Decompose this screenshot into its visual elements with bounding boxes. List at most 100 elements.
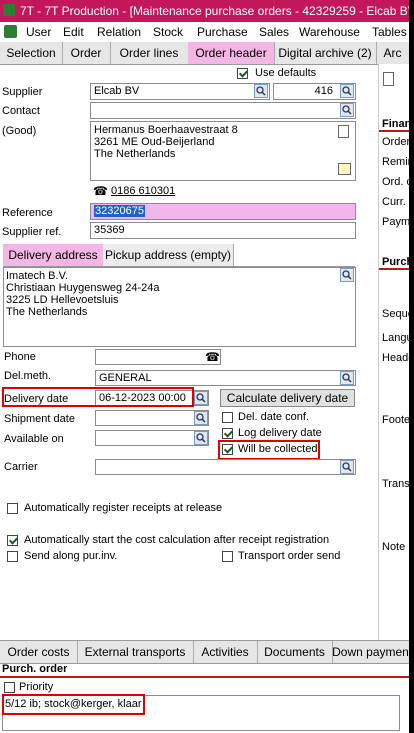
del-meth-lookup-icon[interactable] <box>340 371 354 385</box>
supplier-code-lookup-icon[interactable] <box>340 84 354 98</box>
supplier-label: Supplier <box>2 86 43 98</box>
right-payment-label: Payme <box>382 216 409 228</box>
will-be-collected-label: Will be collected <box>238 443 318 455</box>
phone-field[interactable] <box>95 349 221 365</box>
purch-order-header: Purch. order <box>2 663 68 675</box>
tab-order-costs[interactable]: Order costs <box>0 641 78 663</box>
contact-label: Contact <box>2 105 40 117</box>
title-bar: 7T - 7T Production - [Maintenance purcha… <box>0 0 409 22</box>
tab-order[interactable]: Order <box>62 42 111 64</box>
tab-archive-overflow[interactable]: Arc <box>376 42 409 64</box>
carrier-label: Carrier <box>4 461 38 473</box>
auto-cost-calc-checkbox[interactable] <box>7 535 18 546</box>
right-purch-header: Purch <box>382 256 409 268</box>
transport-order-label: Transport order send <box>238 550 341 562</box>
menu-tables[interactable]: Tables <box>372 25 407 39</box>
tab-pickup-address[interactable]: Pickup address (empty) <box>103 244 234 266</box>
tab-order-header[interactable]: Order header <box>188 42 275 64</box>
del-meth-label: Del.meth. <box>4 370 52 382</box>
address-tabs: Delivery address Pickup address (empty) <box>3 244 355 267</box>
use-defaults-checkbox[interactable] <box>237 68 248 79</box>
reference-selected-text: 32320675 <box>94 205 145 217</box>
available-on-lookup-icon[interactable] <box>194 431 208 445</box>
menu-edit[interactable]: Edit <box>63 25 84 39</box>
send-along-checkbox[interactable] <box>7 551 18 562</box>
right-trans-label: Trans <box>382 478 409 490</box>
good-address-line-2: 3261 ME Oud-Beijerland <box>94 136 215 148</box>
bottom-tabs: Order costs External transports Activiti… <box>0 640 409 664</box>
right-language-label: Langu <box>382 332 409 344</box>
auto-register-label: Automatically register receipts at relea… <box>24 502 223 514</box>
right-pane: Finan Order Remin Ord. c Curr. Payme Pur… <box>378 64 409 644</box>
carrier-lookup-icon[interactable] <box>340 460 354 474</box>
right-order-label: Order <box>382 136 409 148</box>
right-reminder-label: Remin <box>382 156 409 168</box>
menu-stock[interactable]: Stock <box>153 25 183 39</box>
tab-activities[interactable]: Activities <box>193 641 258 663</box>
tab-digital-archive[interactable]: Digital archive (2) <box>274 42 377 64</box>
purch-order-note-field[interactable]: 5/12 ib; stock@kerger, klaar <box>2 695 400 731</box>
del-meth-field[interactable]: GENERAL <box>95 370 356 386</box>
good-address-field[interactable]: Hermanus Boerhaavestraat 8 3261 ME Oud-B… <box>90 121 356 181</box>
tab-delivery-address[interactable]: Delivery address <box>3 244 104 266</box>
right-finance-header: Finan <box>382 118 409 130</box>
supplier-phone-link[interactable]: 0186 610301 <box>111 185 175 197</box>
application-window: 7T - 7T Production - [Maintenance purcha… <box>0 0 409 733</box>
delivery-date-field[interactable]: 06-12-2023 00:00 <box>95 390 209 406</box>
menu-user[interactable]: User <box>26 25 51 39</box>
window-title: 7T - 7T Production - [Maintenance purcha… <box>20 4 409 18</box>
edit-address-icon[interactable] <box>338 163 351 175</box>
calculate-delivery-date-button[interactable]: Calculate delivery date <box>220 389 355 407</box>
shipment-date-field[interactable] <box>95 410 209 426</box>
main-tabs: Selection Order Order lines Order header… <box>0 42 409 65</box>
delivery-date-lookup-icon[interactable] <box>194 391 208 405</box>
tab-external-transports[interactable]: External transports <box>77 641 194 663</box>
phone-label: Phone <box>4 351 36 363</box>
log-delivery-date-checkbox[interactable] <box>222 428 233 439</box>
supplier-name-field[interactable]: Elcab BV <box>90 83 270 100</box>
supplier-ref-field[interactable]: 35369 <box>90 222 356 239</box>
right-sequence-label: Seque <box>382 308 409 320</box>
reference-label: Reference <box>2 207 53 219</box>
menu-app-icon[interactable] <box>4 25 17 38</box>
supplier-lookup-icon[interactable] <box>254 84 268 98</box>
tab-selection[interactable]: Selection <box>0 42 63 64</box>
tab-down-payments[interactable]: Down paymen <box>332 641 409 663</box>
reference-field[interactable]: 32320675 <box>90 203 356 220</box>
will-be-collected-checkbox[interactable] <box>222 444 233 455</box>
del-date-conf-label: Del. date conf. <box>238 411 309 423</box>
delivery-address-line-2: Christiaan Huygensweg 24-24a <box>6 282 160 294</box>
contact-lookup-icon[interactable] <box>340 103 354 117</box>
right-purch-divider <box>379 268 409 270</box>
priority-checkbox[interactable] <box>4 682 15 693</box>
priority-label: Priority <box>19 681 54 693</box>
right-note-label: Note <box>382 541 406 553</box>
menu-purchase[interactable]: Purchase <box>197 25 248 39</box>
menu-warehouse[interactable]: Warehouse <box>299 25 360 39</box>
log-delivery-date-label: Log delivery date <box>238 427 322 439</box>
available-on-field[interactable] <box>95 430 209 446</box>
auto-register-checkbox[interactable] <box>7 503 18 514</box>
shipment-date-lookup-icon[interactable] <box>194 411 208 425</box>
delivery-address-field[interactable]: Imatech B.V. Christiaan Huygensweg 24-24… <box>3 267 356 347</box>
tab-documents[interactable]: Documents <box>257 641 333 663</box>
document-icon[interactable] <box>338 125 349 138</box>
delivery-address-line-1: Imatech B.V. <box>6 270 68 282</box>
document-icon-right[interactable] <box>383 72 394 86</box>
menu-sales[interactable]: Sales <box>259 25 289 39</box>
contact-field[interactable] <box>90 102 356 119</box>
carrier-field[interactable] <box>95 459 356 475</box>
right-ord-label: Ord. c <box>382 176 409 188</box>
delivery-address-lookup-icon[interactable] <box>340 268 354 282</box>
phone-dial-icon[interactable]: ☎ <box>205 350 220 364</box>
delivery-address-line-4: The Netherlands <box>6 306 88 318</box>
right-footer-label: Foote <box>382 414 409 426</box>
del-date-conf-checkbox[interactable] <box>222 412 233 423</box>
right-header-label: Heade <box>382 352 409 364</box>
good-address-line-3: The Netherlands <box>94 148 176 160</box>
tab-order-lines[interactable]: Order lines <box>110 42 189 64</box>
available-on-label: Available on <box>4 433 64 445</box>
delivery-date-label: Delivery date <box>4 393 69 405</box>
menu-relation[interactable]: Relation <box>97 25 141 39</box>
transport-order-checkbox[interactable] <box>222 551 233 562</box>
